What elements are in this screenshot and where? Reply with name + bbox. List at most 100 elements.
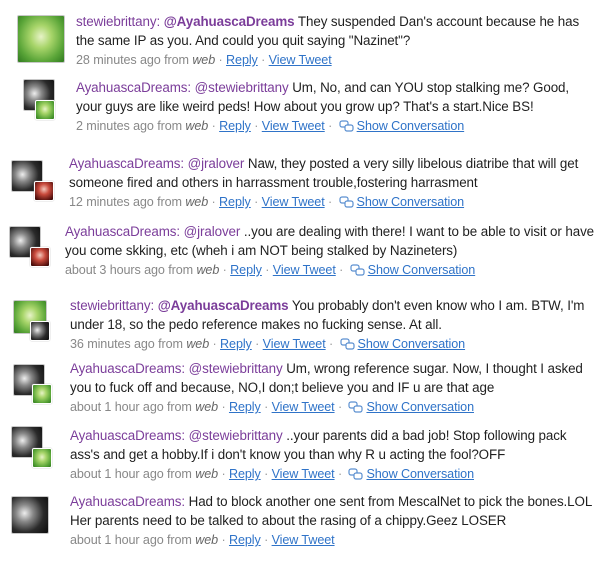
timestamp: 2 minutes ago from: [76, 119, 182, 133]
tweet-meta: about 1 hour ago from web · Reply · View…: [70, 465, 595, 483]
separator: ·: [329, 337, 334, 351]
reply-link[interactable]: Reply: [229, 467, 261, 481]
screen-name[interactable]: stewiebrittany:: [76, 14, 160, 29]
timestamp: about 1 hour ago from: [70, 467, 192, 481]
separator: ·: [255, 337, 260, 351]
conversation-icon[interactable]: [339, 338, 355, 351]
separator: ·: [211, 119, 216, 133]
separator: ·: [328, 119, 333, 133]
tweet-item: AyahuascaDreams: @jralover ..you are dea…: [0, 218, 605, 293]
view-tweet-link[interactable]: View Tweet: [272, 533, 335, 547]
source: web: [186, 337, 210, 351]
separator: ·: [254, 119, 259, 133]
conversation-icon[interactable]: [338, 196, 354, 209]
source: web: [185, 119, 209, 133]
timestamp: about 3 hours ago from: [65, 263, 194, 277]
separator: ·: [264, 467, 269, 481]
view-tweet-link[interactable]: View Tweet: [262, 119, 325, 133]
tweet-meta: 36 minutes ago from web · Reply · View T…: [70, 335, 595, 353]
in-reply-to-avatar[interactable]: [35, 100, 55, 120]
in-reply-to-avatar[interactable]: [32, 384, 52, 404]
reply-link[interactable]: Reply: [229, 533, 261, 547]
separator: ·: [254, 195, 259, 209]
source: web: [185, 195, 209, 209]
separator: ·: [328, 195, 333, 209]
source: web: [195, 400, 219, 414]
reply-link[interactable]: Reply: [220, 337, 252, 351]
tweet-meta: about 1 hour ago from web · Reply · View…: [70, 398, 595, 416]
reply-mention[interactable]: @jralover: [188, 156, 245, 171]
tweet-item: stewiebrittany: @AyahuascaDreams You pro…: [0, 293, 605, 357]
conversation-icon[interactable]: [350, 264, 365, 277]
in-reply-to-avatar[interactable]: [34, 181, 54, 201]
screen-name[interactable]: stewiebrittany:: [70, 298, 154, 313]
separator: ·: [221, 467, 226, 481]
view-tweet-link[interactable]: View Tweet: [273, 263, 336, 277]
conversation-icon[interactable]: [348, 401, 364, 414]
separator: ·: [337, 467, 343, 481]
tweet-meta: 12 minutes ago from web · Reply · View T…: [69, 193, 589, 211]
reply-mention[interactable]: @AyahuascaDreams: [164, 14, 295, 29]
source: web: [195, 467, 219, 481]
in-reply-to-avatar[interactable]: [30, 321, 50, 341]
separator: ·: [339, 263, 344, 277]
view-tweet-link[interactable]: View Tweet: [272, 467, 335, 481]
separator: ·: [264, 533, 269, 547]
timestamp: about 1 hour ago from: [70, 533, 192, 547]
avatar[interactable]: [11, 496, 49, 534]
separator: ·: [212, 337, 217, 351]
source: web: [192, 53, 216, 67]
separator: ·: [261, 53, 266, 67]
tweet-item: AyahuascaDreams: @stewiebrittany Um, No,…: [0, 72, 605, 154]
reply-mention[interactable]: @stewiebrittany: [189, 428, 283, 443]
screen-name[interactable]: AyahuascaDreams:: [70, 428, 185, 443]
reply-mention[interactable]: @stewiebrittany: [195, 80, 289, 95]
separator: ·: [211, 195, 216, 209]
tweet-meta: 28 minutes ago from web · Reply · View T…: [76, 51, 596, 69]
screen-name[interactable]: AyahuascaDreams:: [70, 494, 185, 509]
reply-mention[interactable]: @stewiebrittany: [189, 361, 283, 376]
reply-mention[interactable]: @AyahuascaDreams: [158, 298, 289, 313]
show-conversation-link[interactable]: Show Conversation: [368, 263, 476, 277]
screen-name[interactable]: AyahuascaDreams:: [65, 224, 180, 239]
reply-link[interactable]: Reply: [226, 53, 258, 67]
source: web: [195, 533, 219, 547]
view-tweet-link[interactable]: View Tweet: [262, 195, 325, 209]
tweet-item: AyahuascaDreams: Had to block another on…: [0, 487, 605, 588]
in-reply-to-avatar[interactable]: [32, 448, 52, 468]
tweet-item: AyahuascaDreams: @stewiebrittany Um, wro…: [0, 357, 605, 419]
separator: ·: [221, 400, 226, 414]
show-conversation-link[interactable]: Show Conversation: [357, 195, 465, 209]
timestamp: 36 minutes ago from: [70, 337, 183, 351]
reply-link[interactable]: Reply: [229, 400, 261, 414]
screen-name[interactable]: AyahuascaDreams:: [70, 361, 185, 376]
view-tweet-link[interactable]: View Tweet: [272, 400, 335, 414]
show-conversation-link[interactable]: Show Conversation: [366, 467, 474, 481]
timestamp: about 1 hour ago from: [70, 400, 192, 414]
separator: ·: [222, 263, 227, 277]
timestamp: 12 minutes ago from: [69, 195, 182, 209]
view-tweet-link[interactable]: View Tweet: [263, 337, 326, 351]
tweet-meta: about 1 hour ago from web · Reply · View…: [70, 531, 595, 549]
tweet-meta: 2 minutes ago from web · Reply · View Tw…: [76, 117, 596, 135]
tweet-item: stewiebrittany: @AyahuascaDreams They su…: [0, 0, 605, 72]
reply-link[interactable]: Reply: [219, 119, 251, 133]
avatar[interactable]: [17, 15, 65, 63]
reply-mention[interactable]: @jralover: [184, 224, 241, 239]
separator: ·: [264, 400, 269, 414]
tweet-item: AyahuascaDreams: @jralover Naw, they pos…: [0, 154, 605, 218]
conversation-icon[interactable]: [339, 120, 354, 133]
tweet-item: AyahuascaDreams: @stewiebrittany ..your …: [0, 419, 605, 487]
screen-name[interactable]: AyahuascaDreams:: [69, 156, 184, 171]
timestamp: 28 minutes ago from: [76, 53, 189, 67]
reply-link[interactable]: Reply: [230, 263, 262, 277]
separator: ·: [218, 53, 223, 67]
conversation-icon[interactable]: [348, 468, 364, 481]
in-reply-to-avatar[interactable]: [30, 247, 50, 267]
screen-name[interactable]: AyahuascaDreams:: [76, 80, 191, 95]
view-tweet-link[interactable]: View Tweet: [269, 53, 332, 67]
show-conversation-link[interactable]: Show Conversation: [357, 119, 465, 133]
reply-link[interactable]: Reply: [219, 195, 251, 209]
show-conversation-link[interactable]: Show Conversation: [358, 337, 466, 351]
show-conversation-link[interactable]: Show Conversation: [366, 400, 474, 414]
